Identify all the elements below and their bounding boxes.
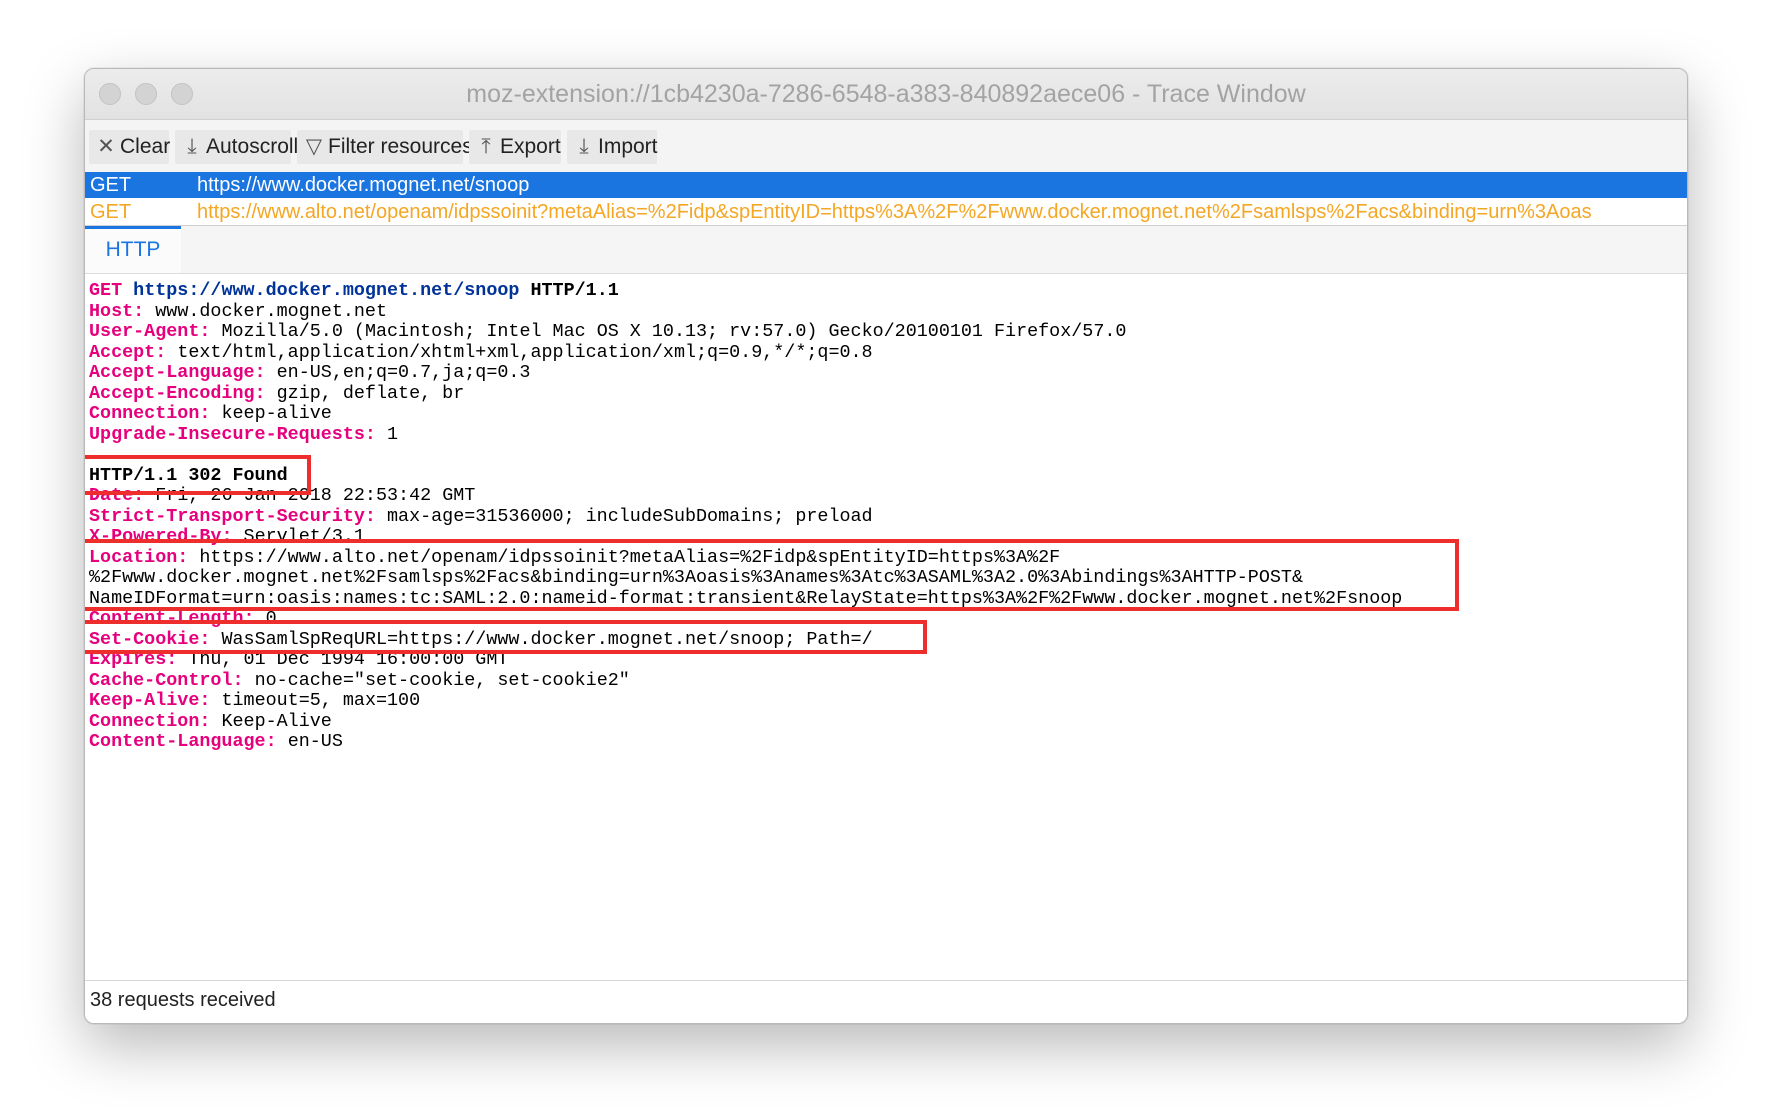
filter-resources-button[interactable]: ▽ Filter resources (297, 130, 473, 164)
request-method: GET (90, 201, 132, 223)
annotation-box-location (85, 539, 1459, 611)
toolbar: ✕ Clear ⤓ Autoscroll ▽ Filter resources ⤒ Ex… (85, 120, 1687, 172)
close-icon: ✕ (97, 135, 115, 158)
header-line: Upgrade-Insecure-Requests: 1 (89, 423, 399, 445)
request-row[interactable]: GET https://www.alto.net/openam/idpssoin… (85, 199, 1687, 225)
export-label: Export (500, 135, 561, 158)
clear-label: Clear (120, 135, 171, 158)
header-line: Accept: text/html,application/xhtml+xml,… (89, 341, 873, 363)
header-line: Connection: keep-alive (89, 403, 332, 424)
annotation-box-status (85, 455, 311, 495)
trace-window: moz-extension://1cb4230a-7286-6548-a383-… (84, 68, 1688, 1024)
http-trace-content: GET https://www.docker.mognet.net/snoop … (85, 275, 1687, 935)
clear-button[interactable]: ✕ Clear (89, 130, 171, 164)
export-button[interactable]: ⤒ Export (469, 130, 561, 164)
request-url: https://www.alto.net/openam/idpssoinit?m… (197, 201, 1592, 223)
header-line: Accept-Encoding: gzip, deflate, br (89, 382, 465, 404)
import-label: Import (598, 135, 658, 158)
tab-http[interactable]: HTTP (85, 226, 181, 273)
autoscroll-button[interactable]: ⤓ Autoscroll (175, 130, 298, 164)
annotation-box-set-cookie (85, 620, 927, 654)
header-line: Strict-Transport-Security: max-age=31536… (89, 505, 873, 527)
request-row-selected[interactable]: GET https://www.docker.mognet.net/snoop (85, 172, 1687, 198)
header-line: User-Agent: Mozilla/5.0 (Macintosh; Inte… (89, 321, 1127, 342)
header-line: Content-Language: en-US (89, 731, 343, 752)
window-title: moz-extension://1cb4230a-7286-6548-a383-… (466, 80, 1306, 108)
upload-icon: ⤒ (481, 135, 491, 158)
autoscroll-label: Autoscroll (206, 135, 299, 158)
header-line: Keep-Alive: timeout=5, max=100 (89, 690, 421, 711)
request-line: GET https://www.docker.mognet.net/snoop … (89, 280, 619, 301)
detail-tabs: HTTP (85, 226, 1687, 274)
header-line: Host: www.docker.mognet.net (89, 300, 388, 322)
request-url: https://www.docker.mognet.net/snoop (197, 174, 530, 196)
status-bar: 38 requests received (85, 980, 1687, 1023)
download-icon: ⤓ (579, 135, 589, 158)
header-line: Accept-Language: en-US,en;q=0.7,ja;q=0.3 (89, 362, 531, 383)
header-line: Cache-Control: no-cache="set-cookie, set… (89, 669, 630, 691)
download-icon: ⤓ (187, 135, 197, 158)
request-list: GET https://www.docker.mognet.net/snoop … (85, 172, 1687, 226)
filter-icon: ▽ (305, 135, 323, 158)
filter-label: Filter resources (328, 135, 473, 158)
title-bar: moz-extension://1cb4230a-7286-6548-a383-… (85, 69, 1687, 120)
request-method: GET (90, 174, 132, 196)
header-line: Connection: Keep-Alive (89, 710, 332, 732)
import-button[interactable]: ⤓ Import (567, 130, 658, 164)
